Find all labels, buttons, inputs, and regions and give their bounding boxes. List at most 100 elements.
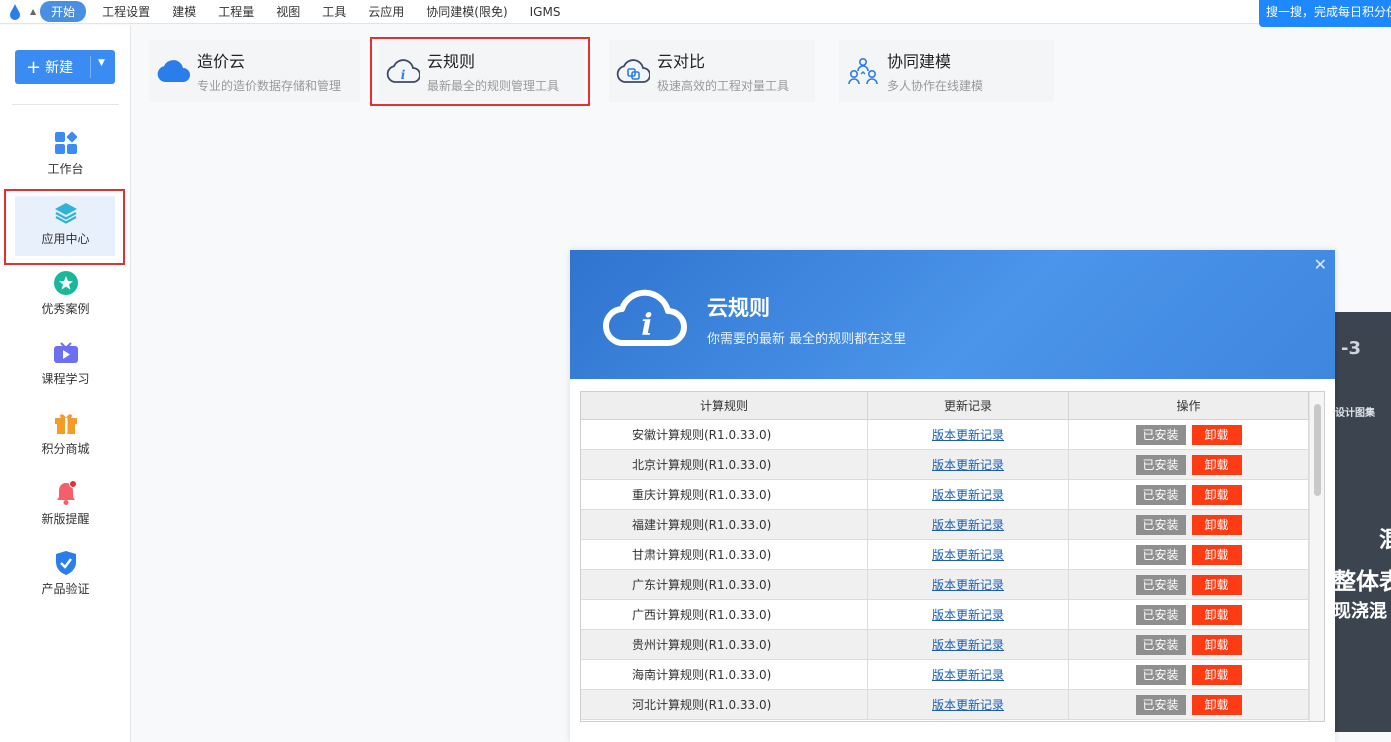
app-menu-dropdown-icon[interactable]: ▲ (30, 7, 36, 16)
installed-button[interactable]: 已安装 (1135, 694, 1186, 715)
sidebar-item-workbench[interactable]: 工作台 (0, 120, 131, 186)
uninstall-button[interactable]: 卸载 (1191, 574, 1242, 595)
table-body: 安徽计算规则(R1.0.33.0) 版本更新记录 已安装 卸载 北京计算规则(R1.0.… (581, 420, 1309, 720)
menu-view[interactable]: 视图 (276, 3, 300, 20)
sidebar-divider (12, 104, 119, 105)
scrollbar-thumb[interactable] (1314, 404, 1321, 496)
sidebar-item-new-version[interactable]: 新版提醒 (0, 470, 131, 536)
installed-button[interactable]: 已安装 (1135, 454, 1186, 475)
table-row: 河北计算规则(R1.0.33.0) 版本更新记录 已安装 卸载 (581, 690, 1309, 720)
menu-igms[interactable]: IGMS (530, 5, 561, 19)
table-row: 广西计算规则(R1.0.33.0) 版本更新记录 已安装 卸载 (581, 600, 1309, 630)
tile-cloud-compare[interactable]: 云对比 极速高效的工程对量工具 (609, 40, 815, 102)
background-banner: -3 设计图集 混 整体表 现浇混 (1335, 312, 1391, 732)
menu-project-settings[interactable]: 工程设置 (102, 3, 150, 20)
action-cell: 已安装 卸载 (1069, 690, 1309, 719)
column-header-action: 操作 (1069, 392, 1309, 419)
svg-text:i: i (641, 308, 652, 343)
tile-collab-modeling[interactable]: 协同建模 多人协作在线建模 (839, 40, 1054, 102)
new-button-separator (90, 56, 91, 78)
menu-quantity[interactable]: 工程量 (218, 3, 254, 20)
scrollbar[interactable] (1309, 392, 1324, 721)
new-button[interactable]: + 新建 ▼ (15, 50, 115, 84)
cloud-rules-dialog: ✕ i 云规则 你需要的最新 最全的规则都在这里 计算规则 更新记录 操作 安徽… (570, 250, 1335, 742)
tile-title: 协同建模 (887, 52, 952, 71)
table-header: 计算规则 更新记录 操作 (581, 392, 1309, 420)
version-log-link[interactable]: 版本更新记录 (932, 636, 1004, 653)
new-button-label: 新建 (45, 60, 74, 76)
table-row: 广东计算规则(R1.0.33.0) 版本更新记录 已安装 卸载 (581, 570, 1309, 600)
uninstall-button[interactable]: 卸载 (1191, 634, 1242, 655)
version-log-link[interactable]: 版本更新记录 (932, 696, 1004, 713)
version-log-link[interactable]: 版本更新记录 (932, 546, 1004, 563)
installed-button[interactable]: 已安装 (1135, 544, 1186, 565)
sidebar-item-cases[interactable]: 优秀案例 (0, 260, 131, 326)
log-cell: 版本更新记录 (868, 480, 1069, 509)
menu-tools[interactable]: 工具 (322, 3, 346, 20)
banner-text: 混 (1379, 528, 1391, 553)
installed-button[interactable]: 已安装 (1135, 664, 1186, 685)
sidebar-item-product-verify[interactable]: 产品验证 (0, 540, 131, 606)
uninstall-button[interactable]: 卸载 (1191, 694, 1242, 715)
uninstall-button[interactable]: 卸载 (1191, 514, 1242, 535)
action-cell: 已安装 卸载 (1069, 630, 1309, 659)
tile-title: 云对比 (657, 52, 706, 71)
search-promo-banner[interactable]: 搜一搜，完成每日积分任务 (1259, 0, 1391, 27)
uninstall-button[interactable]: 卸载 (1191, 544, 1242, 565)
uninstall-button[interactable]: 卸载 (1191, 454, 1242, 475)
sidebar-item-points-mall[interactable]: 积分商城 (0, 400, 131, 466)
column-header-log: 更新记录 (868, 392, 1069, 419)
sidebar-item-label: 工作台 (47, 161, 84, 176)
cloud-compare-icon (615, 53, 651, 89)
sidebar-item-label: 积分商城 (41, 441, 90, 456)
grid-icon (53, 130, 79, 156)
installed-button[interactable]: 已安装 (1135, 424, 1186, 445)
table-row: 贵州计算规则(R1.0.33.0) 版本更新记录 已安装 卸载 (581, 630, 1309, 660)
app-logo-icon[interactable] (10, 2, 28, 22)
installed-button[interactable]: 已安装 (1135, 604, 1186, 625)
version-log-link[interactable]: 版本更新记录 (932, 516, 1004, 533)
log-cell: 版本更新记录 (868, 630, 1069, 659)
action-cell: 已安装 卸载 (1069, 480, 1309, 509)
column-header-rule: 计算规则 (581, 392, 868, 419)
rule-name: 河北计算规则(R1.0.33.0) (581, 690, 868, 719)
people-icon (845, 53, 881, 89)
new-dropdown-caret-icon[interactable]: ▼ (98, 58, 105, 68)
version-log-link[interactable]: 版本更新记录 (932, 486, 1004, 503)
rule-name: 甘肃计算规则(R1.0.33.0) (581, 540, 868, 569)
menu-collab-modeling[interactable]: 协同建模(限免) (426, 3, 507, 20)
uninstall-button[interactable]: 卸载 (1191, 604, 1242, 625)
rule-name: 海南计算规则(R1.0.33.0) (581, 660, 868, 689)
plus-icon: + (26, 56, 42, 78)
banner-text: 现浇混 (1335, 601, 1387, 622)
installed-button[interactable]: 已安装 (1135, 574, 1186, 595)
installed-button[interactable]: 已安装 (1135, 634, 1186, 655)
close-icon[interactable]: ✕ (1314, 255, 1327, 274)
rule-name: 广东计算规则(R1.0.33.0) (581, 570, 868, 599)
sidebar-item-label: 产品验证 (41, 581, 90, 596)
menu-modeling[interactable]: 建模 (172, 3, 196, 20)
menu-start[interactable]: 开始 (40, 1, 87, 22)
version-log-link[interactable]: 版本更新记录 (932, 456, 1004, 473)
rule-name: 重庆计算规则(R1.0.33.0) (581, 480, 868, 509)
log-cell: 版本更新记录 (868, 420, 1069, 449)
action-cell: 已安装 卸载 (1069, 450, 1309, 479)
tile-cost-cloud[interactable]: 造价云 专业的造价数据存储和管理 (149, 40, 360, 102)
version-log-link[interactable]: 版本更新记录 (932, 666, 1004, 683)
menu-cloud-apps[interactable]: 云应用 (368, 3, 404, 20)
uninstall-button[interactable]: 卸载 (1191, 664, 1242, 685)
action-cell: 已安装 卸载 (1069, 600, 1309, 629)
rule-name: 北京计算规则(R1.0.33.0) (581, 450, 868, 479)
table-row: 甘肃计算规则(R1.0.33.0) 版本更新记录 已安装 卸载 (581, 540, 1309, 570)
version-log-link[interactable]: 版本更新记录 (932, 576, 1004, 593)
version-log-link[interactable]: 版本更新记录 (932, 426, 1004, 443)
version-log-link[interactable]: 版本更新记录 (932, 606, 1004, 623)
rule-name: 安徽计算规则(R1.0.33.0) (581, 420, 868, 449)
table-row: 重庆计算规则(R1.0.33.0) 版本更新记录 已安装 卸载 (581, 480, 1309, 510)
uninstall-button[interactable]: 卸载 (1191, 484, 1242, 505)
installed-button[interactable]: 已安装 (1135, 484, 1186, 505)
installed-button[interactable]: 已安装 (1135, 514, 1186, 535)
sidebar-item-courses[interactable]: 课程学习 (0, 330, 131, 396)
bell-icon (53, 479, 79, 506)
uninstall-button[interactable]: 卸载 (1191, 424, 1242, 445)
